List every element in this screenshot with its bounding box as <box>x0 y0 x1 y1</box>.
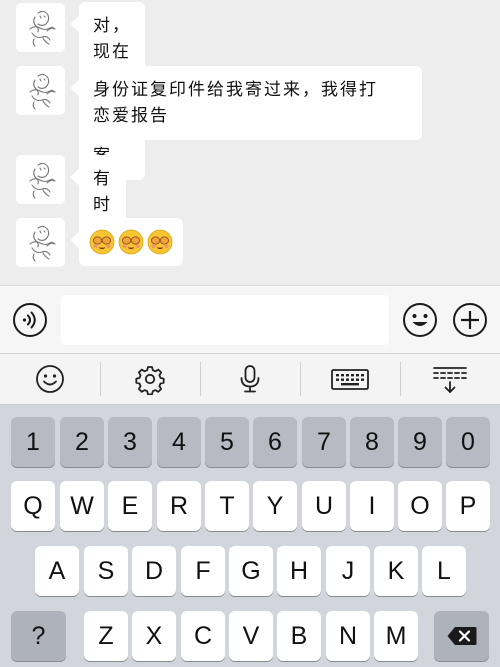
sketch-avatar-icon <box>29 73 56 110</box>
toolbar-settings-button[interactable] <box>100 354 200 404</box>
face-with-sunglasses-money-emoji <box>147 229 173 255</box>
message-bubble[interactable]: 身份证复印件给我寄过来，我得打 恋爱报告 <box>79 66 422 140</box>
key-8[interactable]: 8 <box>350 417 394 467</box>
key-5[interactable]: 5 <box>205 417 249 467</box>
chat-area[interactable]: 对，现在要建个这个档案 身份证复印件给我寄过来，我得打 恋爱报告 <box>0 0 500 285</box>
key-0[interactable]: 0 <box>446 417 490 467</box>
key-p[interactable]: P <box>446 481 490 531</box>
smiley-icon <box>403 303 437 337</box>
avatar[interactable] <box>16 218 65 267</box>
key-o[interactable]: O <box>398 481 442 531</box>
key-l[interactable]: L <box>422 546 466 596</box>
key-a[interactable]: A <box>35 546 79 596</box>
key-d[interactable]: D <box>132 546 176 596</box>
key-b[interactable]: B <box>277 611 321 661</box>
voice-wave-icon <box>13 303 47 337</box>
avatar[interactable] <box>16 3 65 52</box>
avatar[interactable] <box>16 155 65 204</box>
key-t[interactable]: T <box>205 481 249 531</box>
backspace-icon <box>447 627 476 645</box>
voice-button[interactable] <box>12 302 48 338</box>
key-2[interactable]: 2 <box>60 417 104 467</box>
key-g[interactable]: G <box>229 546 273 596</box>
key-4[interactable]: 4 <box>157 417 201 467</box>
delete-key[interactable] <box>434 611 489 661</box>
sketch-avatar-icon <box>29 225 56 262</box>
key-n[interactable]: N <box>326 611 370 661</box>
key-r[interactable]: R <box>157 481 201 531</box>
sketch-avatar-icon <box>29 10 56 47</box>
keyboard-collapse-icon <box>433 367 467 394</box>
key-j[interactable]: J <box>326 546 370 596</box>
toolbar-voice-input-button[interactable] <box>200 354 300 404</box>
key-1[interactable]: 1 <box>11 417 55 467</box>
input-bar <box>0 285 500 353</box>
key-v[interactable]: V <box>229 611 273 661</box>
message-text-line-2: 恋爱报告 <box>93 106 169 126</box>
key-7[interactable]: 7 <box>302 417 346 467</box>
toolbar-keyboard-switch-button[interactable] <box>300 354 400 404</box>
face-with-sunglasses-money-emoji <box>118 229 144 255</box>
key-c[interactable]: C <box>181 611 225 661</box>
key-9[interactable]: 9 <box>398 417 442 467</box>
message-bubble[interactable] <box>79 218 183 266</box>
keyboard-toolbar <box>0 353 500 405</box>
plus-circle-icon <box>453 303 487 337</box>
key-3[interactable]: 3 <box>108 417 152 467</box>
key-u[interactable]: U <box>302 481 346 531</box>
key-i[interactable]: I <box>350 481 394 531</box>
key-f[interactable]: F <box>181 546 225 596</box>
key-z[interactable]: Z <box>84 611 128 661</box>
sketch-avatar-icon <box>29 162 56 199</box>
avatar[interactable] <box>16 66 65 115</box>
smiley-icon <box>36 365 64 393</box>
key-s[interactable]: S <box>84 546 128 596</box>
key-y[interactable]: Y <box>253 481 297 531</box>
key-e[interactable]: E <box>108 481 152 531</box>
add-button[interactable] <box>452 302 488 338</box>
toolbar-hide-keyboard-button[interactable] <box>400 354 500 404</box>
emoji-button[interactable] <box>402 302 438 338</box>
microphone-icon <box>240 365 260 393</box>
keyboard-icon <box>331 369 369 390</box>
key-x[interactable]: X <box>132 611 176 661</box>
key-6[interactable]: 6 <box>253 417 297 467</box>
message-text-line-1: 身份证复印件给我寄过来，我得打 <box>93 80 378 100</box>
key-m[interactable]: M <box>374 611 418 661</box>
key-w[interactable]: W <box>60 481 104 531</box>
toolbar-emoji-button[interactable] <box>0 354 100 404</box>
symbol-key[interactable]: ? <box>11 611 66 661</box>
key-q[interactable]: Q <box>11 481 55 531</box>
face-with-sunglasses-money-emoji <box>89 229 115 255</box>
key-h[interactable]: H <box>277 546 321 596</box>
gear-icon <box>135 366 165 395</box>
message-input[interactable] <box>61 295 389 345</box>
keyboard: 1 2 3 4 5 6 7 8 9 0 Q W E R T Y U I O P … <box>0 405 500 667</box>
key-k[interactable]: K <box>374 546 418 596</box>
